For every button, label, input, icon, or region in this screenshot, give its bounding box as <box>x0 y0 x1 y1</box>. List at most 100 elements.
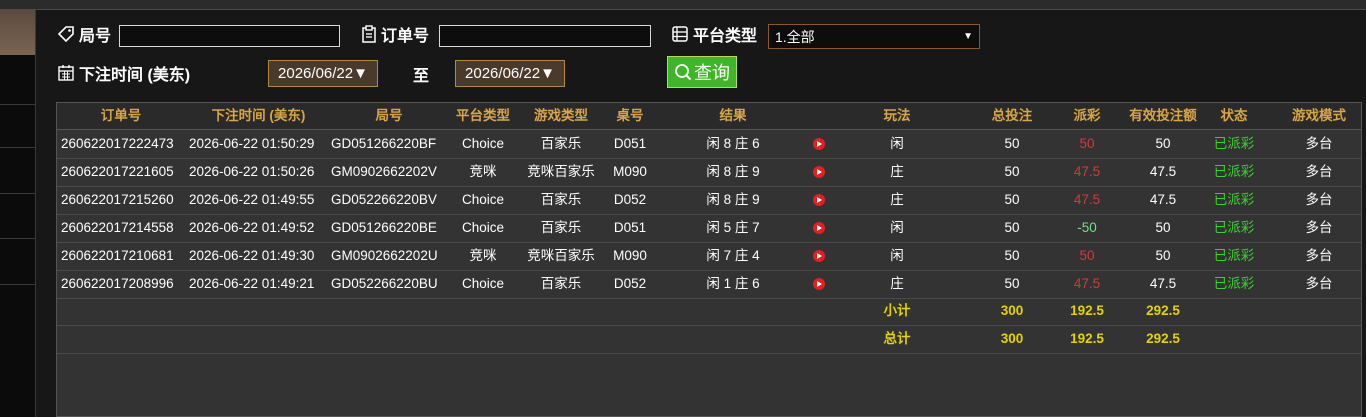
sidebar-item-active[interactable] <box>0 9 35 55</box>
total-valid-bet: 292.5 <box>1146 331 1180 346</box>
cell-play: 庄 <box>890 192 904 207</box>
cell-game-type: 百家乐 <box>540 136 582 151</box>
cell-play: 闲 <box>890 136 904 151</box>
cell-table-no: M090 <box>613 164 647 179</box>
cell-table-no: M090 <box>613 248 647 263</box>
cell-valid-bet: 50 <box>1155 220 1171 235</box>
cell-game-type: 竞咪百家乐 <box>527 164 595 179</box>
cell-payout: 47.5 <box>1073 192 1101 207</box>
col-header-payout: 派彩 <box>1073 108 1101 123</box>
cell-order-no: 260622017222473 <box>61 136 174 151</box>
cell-game-type: 百家乐 <box>540 220 582 235</box>
col-header-ju-hao: 局号 <box>375 108 403 123</box>
cell-payout: 47.5 <box>1073 164 1101 179</box>
date-from-select[interactable]: 2026/06/22▼ <box>268 60 378 87</box>
video-play-icon[interactable] <box>813 250 825 262</box>
date-to-select[interactable]: 2026/06/22▼ <box>455 60 565 87</box>
col-header-bet-time: 下注时间 (美东) <box>211 108 306 123</box>
video-play-icon[interactable] <box>813 166 825 178</box>
table-row: 260622017214558 2026-06-22 01:49:52 GD0512… <box>57 214 1361 243</box>
table-row: 260622017208996 2026-06-22 01:49:21 GD0522… <box>57 270 1361 299</box>
cell-status: 已派彩 <box>1213 248 1255 263</box>
tag-icon <box>57 26 74 43</box>
col-header-status: 状态 <box>1220 108 1248 123</box>
cell-result: 闲 7 庄 4 <box>706 248 760 263</box>
cell-total-bet: 50 <box>1004 136 1020 151</box>
cell-result: 闲 5 庄 7 <box>706 220 760 235</box>
cell-total-bet: 50 <box>1004 248 1020 263</box>
cell-table-no: D051 <box>613 136 647 151</box>
cell-game-mode: 多台 <box>1305 136 1333 151</box>
video-play-icon[interactable] <box>813 138 825 150</box>
sidebar-divider <box>0 284 35 285</box>
subtotal-label: 小计 <box>883 303 911 318</box>
platform-label: 平台类型 <box>671 22 757 46</box>
cell-total-bet: 50 <box>1004 220 1020 235</box>
cell-play: 庄 <box>890 276 904 291</box>
to-label: 至 <box>413 68 430 85</box>
col-header-table-no: 桌号 <box>616 108 644 123</box>
cell-order-no: 260622017221605 <box>61 164 174 179</box>
calendar-icon <box>58 65 74 81</box>
cell-platform: Choice <box>461 136 505 151</box>
table-row: 260622017215260 2026-06-22 01:49:55 GD0522… <box>57 186 1361 215</box>
table-header: 订单号 下注时间 (美东) 局号 平台类型 游戏类型 桌号 结果 玩法 总投注 … <box>57 103 1361 130</box>
cell-ju-hao: GD052266220BU <box>331 276 438 291</box>
col-header-total-bet: 总投注 <box>991 108 1033 123</box>
total-payout: 192.5 <box>1070 331 1104 346</box>
cell-result: 闲 8 庄 6 <box>706 136 760 151</box>
subtotal-row: 小计 300 192.5 292.5 <box>57 297 1361 326</box>
table-row: 260622017210681 2026-06-22 01:49:30 GM0902… <box>57 242 1361 271</box>
cell-table-no: D052 <box>613 276 647 291</box>
cell-table-no: D052 <box>613 192 647 207</box>
total-row: 总计 300 192.5 292.5 <box>57 325 1361 354</box>
cell-total-bet: 50 <box>1004 276 1020 291</box>
chevron-down-icon: ▼ <box>963 31 973 42</box>
cell-game-mode: 多台 <box>1305 164 1333 179</box>
cell-bet-time: 2026-06-22 01:50:29 <box>189 136 315 151</box>
video-play-icon[interactable] <box>813 278 825 290</box>
sidebar-divider <box>0 193 35 194</box>
cell-ju-hao: GM0902662202V <box>331 164 437 179</box>
list-icon <box>672 26 688 42</box>
bet-records-table: 订单号 下注时间 (美东) 局号 平台类型 游戏类型 桌号 结果 玩法 总投注 … <box>56 102 1362 417</box>
cell-bet-time: 2026-06-22 01:50:26 <box>189 164 315 179</box>
cell-status: 已派彩 <box>1213 220 1255 235</box>
order-input[interactable] <box>439 25 651 47</box>
cell-result: 闲 8 庄 9 <box>706 164 760 179</box>
sidebar-divider <box>0 238 35 239</box>
col-header-play: 玩法 <box>883 108 911 123</box>
col-header-result: 结果 <box>719 108 747 123</box>
cell-valid-bet: 50 <box>1155 136 1171 151</box>
platform-select[interactable]: 1.全部 ▼ <box>768 24 980 49</box>
video-play-icon[interactable] <box>813 194 825 206</box>
cell-ju-hao: GD051266220BE <box>331 220 437 235</box>
sidebar-divider <box>0 104 35 105</box>
cell-game-mode: 多台 <box>1305 192 1333 207</box>
ju-hao-label: 局号 <box>57 22 111 46</box>
col-header-platform: 平台类型 <box>456 108 510 123</box>
col-header-game-mode: 游戏模式 <box>1292 108 1346 123</box>
query-button[interactable]: 查询 <box>667 56 737 88</box>
col-header-valid-bet: 有效投注额 <box>1129 108 1197 123</box>
cell-game-type: 竞咪百家乐 <box>527 248 595 263</box>
cell-platform: Choice <box>461 220 505 235</box>
cell-order-no: 260622017208996 <box>61 276 174 291</box>
cell-ju-hao: GD051266220BF <box>331 136 437 151</box>
cell-ju-hao: GM0902662202U <box>331 248 438 263</box>
cell-total-bet: 50 <box>1004 192 1020 207</box>
cell-status: 已派彩 <box>1213 136 1255 151</box>
total-label: 总计 <box>883 331 911 346</box>
cell-bet-time: 2026-06-22 01:49:30 <box>189 248 315 263</box>
cell-status: 已派彩 <box>1213 164 1255 179</box>
cell-game-mode: 多台 <box>1305 248 1333 263</box>
subtotal-payout: 192.5 <box>1070 303 1104 318</box>
video-play-icon[interactable] <box>813 222 825 234</box>
ju-hao-input[interactable] <box>119 25 340 47</box>
cell-status: 已派彩 <box>1213 192 1255 207</box>
cell-payout: 50 <box>1079 136 1095 151</box>
table-row: 260622017221605 2026-06-22 01:50:26 GM0902… <box>57 158 1361 187</box>
col-header-order: 订单号 <box>100 108 142 123</box>
cell-bet-time: 2026-06-22 01:49:21 <box>189 276 315 291</box>
cell-bet-time: 2026-06-22 01:49:52 <box>189 220 315 235</box>
